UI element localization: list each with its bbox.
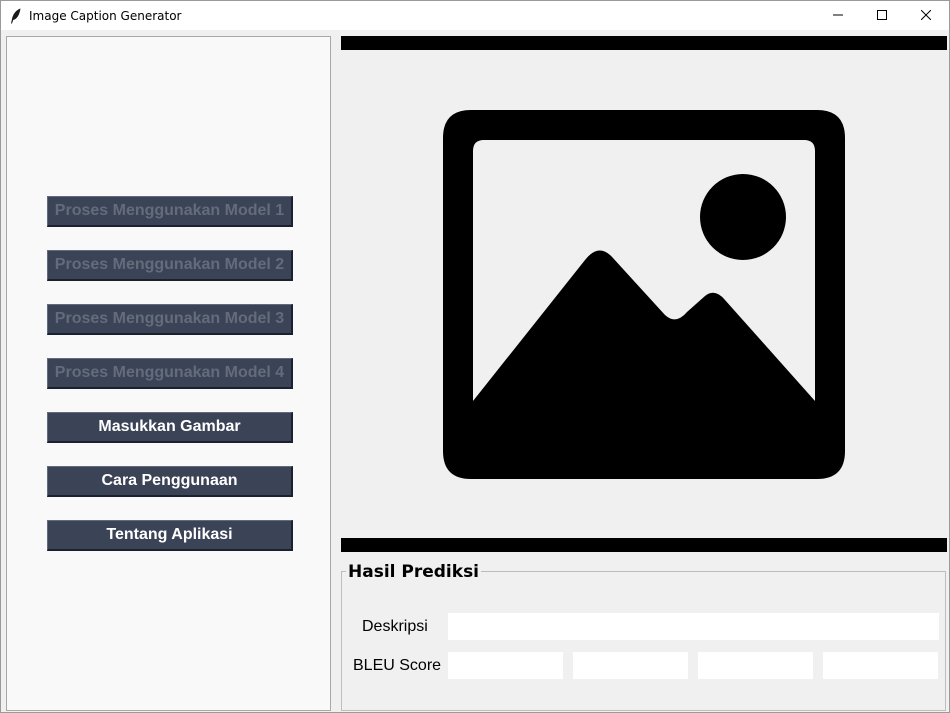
process-model-4-button[interactable]: Proses Menggunakan Model 4 xyxy=(47,358,293,389)
sidebar-panel: Proses Menggunakan Model 1 Proses Menggu… xyxy=(6,36,331,711)
bleu-score-field-4[interactable] xyxy=(823,652,938,679)
title-bar[interactable]: Image Caption Generator xyxy=(1,1,949,30)
maximize-icon xyxy=(877,7,887,25)
close-button[interactable] xyxy=(904,1,948,30)
app-window: Image Caption Generator Proses Menggunak… xyxy=(0,0,950,713)
prediction-result-group xyxy=(341,571,946,711)
about-app-button[interactable]: Tentang Aplikasi xyxy=(47,520,293,551)
insert-image-button[interactable]: Masukkan Gambar xyxy=(47,412,293,443)
maximize-button[interactable] xyxy=(860,1,904,30)
image-placeholder-icon xyxy=(443,110,845,479)
bleu-score-field-1[interactable] xyxy=(448,652,563,679)
bleu-score-field-2[interactable] xyxy=(573,652,688,679)
how-to-use-button[interactable]: Cara Penggunaan xyxy=(47,466,293,497)
minimize-button[interactable] xyxy=(816,1,860,30)
minimize-icon xyxy=(833,7,843,25)
process-model-3-button[interactable]: Proses Menggunakan Model 3 xyxy=(47,304,293,335)
bleu-score-label: BLEU Score xyxy=(353,657,442,674)
close-icon xyxy=(920,7,932,25)
window-title: Image Caption Generator xyxy=(29,9,182,23)
bleu-score-field-3[interactable] xyxy=(698,652,813,679)
preview-top-bar xyxy=(341,36,947,50)
image-preview xyxy=(341,50,947,538)
description-field[interactable] xyxy=(448,613,939,640)
preview-bottom-bar xyxy=(341,538,947,552)
result-group-title: Hasil Prediksi xyxy=(346,562,482,582)
process-model-1-button[interactable]: Proses Menggunakan Model 1 xyxy=(47,196,293,227)
description-label: Deskripsi xyxy=(362,618,428,635)
process-model-2-button[interactable]: Proses Menggunakan Model 2 xyxy=(47,250,293,281)
feather-icon xyxy=(10,8,22,24)
